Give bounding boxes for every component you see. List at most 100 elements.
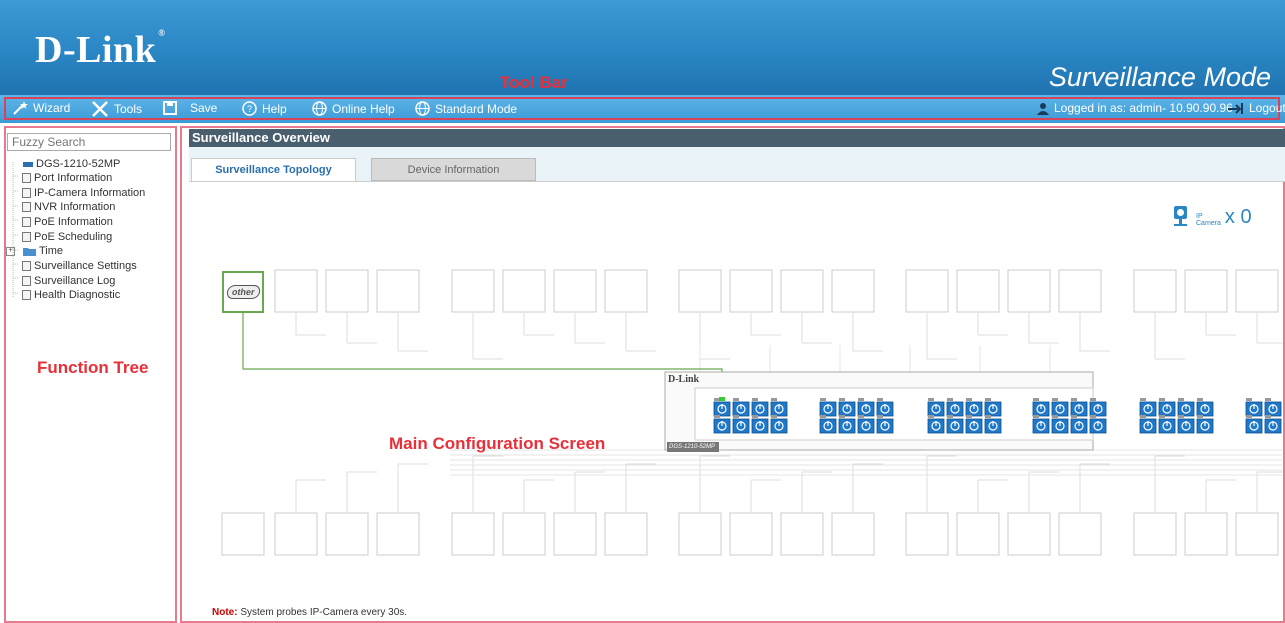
device-slot <box>1007 269 1051 313</box>
help-button[interactable]: ? Help <box>242 101 287 116</box>
port-led <box>820 398 826 401</box>
tree-item-health-diagnostic[interactable]: Health Diagnostic <box>22 289 120 301</box>
port-led <box>1178 398 1184 401</box>
device-slot <box>325 512 369 556</box>
surveillance-topology <box>221 269 1283 556</box>
tree-item-time[interactable]: + Time <box>6 245 63 257</box>
tree-item-label: DGS-1210-52MP <box>36 158 121 170</box>
port-led <box>966 398 972 401</box>
document-icon <box>22 276 31 286</box>
port-led <box>1178 415 1184 418</box>
tools-label: Tools <box>114 102 143 116</box>
port-led <box>1140 398 1146 401</box>
device-slot <box>678 269 722 313</box>
port-led <box>733 398 739 401</box>
port-led <box>771 415 777 418</box>
tab-surveillance-topology[interactable]: Surveillance Topology <box>191 158 356 181</box>
globe-icon <box>312 101 327 116</box>
dlink-logo: D-Link ® <box>35 28 166 71</box>
device-slot <box>780 269 824 313</box>
tree-item-poe-scheduling[interactable]: PoE Scheduling <box>22 231 112 243</box>
device-slot <box>1007 512 1051 556</box>
help-label: Help <box>262 101 287 116</box>
function-tree-annotation: Function Tree <box>37 358 149 377</box>
switch-brand-label: D-Link <box>668 374 700 385</box>
device-slot <box>1133 512 1177 556</box>
port-led <box>985 398 991 401</box>
port-led <box>733 415 739 418</box>
document-icon <box>22 173 31 183</box>
tree-item-ip-camera-information[interactable]: IP-Camera Information <box>22 187 145 199</box>
port-led <box>1090 398 1096 401</box>
port-led <box>1159 398 1165 401</box>
header-banner: D-Link ® Surveillance Mode <box>0 0 1285 95</box>
device-slot <box>502 512 546 556</box>
mode-title: Surveillance Mode <box>1048 62 1271 92</box>
switch-icon <box>23 161 33 167</box>
device-slot <box>1058 269 1102 313</box>
main-screen-annotation: Main Configuration Screen <box>389 434 606 453</box>
device-slot <box>831 269 875 313</box>
port-led <box>1197 398 1203 401</box>
device-slot <box>729 269 773 313</box>
overview-title-bar: Surveillance Overview <box>189 129 1285 147</box>
port-led <box>858 398 864 401</box>
tab-device-information[interactable]: Device Information <box>371 158 536 181</box>
tools-icon <box>92 101 108 117</box>
note-label: Note: <box>212 607 238 618</box>
device-slot <box>274 512 318 556</box>
port-led <box>1033 398 1039 401</box>
online-help-button[interactable]: Online Help <box>312 101 395 116</box>
link-line <box>242 313 723 398</box>
tree-item-surveillance-log[interactable]: Surveillance Log <box>22 275 115 287</box>
port-led <box>1071 398 1077 401</box>
fuzzy-search-input[interactable] <box>7 133 171 151</box>
tree-item-nvr-information[interactable]: NVR Information <box>22 201 115 213</box>
port-led <box>947 398 953 401</box>
expand-icon[interactable]: + <box>6 246 15 256</box>
device-slot <box>1235 512 1279 556</box>
tree-item-label: NVR Information <box>34 201 116 213</box>
port-led <box>1090 415 1096 418</box>
floppy-icon <box>163 101 177 115</box>
tree-item-label: Port Information <box>34 172 113 184</box>
port-led <box>1052 398 1058 401</box>
document-icon <box>22 232 31 242</box>
wizard-label: Wizard <box>33 101 71 115</box>
tools-button[interactable]: Tools <box>91 101 142 117</box>
other-device-label: other <box>225 285 261 299</box>
standard-mode-button[interactable]: Standard Mode <box>415 101 517 116</box>
document-icon <box>22 202 31 212</box>
logout-button[interactable]: Logout <box>1228 101 1285 115</box>
port-led <box>839 398 845 401</box>
device-slot <box>451 512 495 556</box>
save-button[interactable]: Save <box>163 101 217 115</box>
device-slot <box>1235 269 1279 313</box>
device-slot <box>1133 269 1177 313</box>
tree-item-poe-information[interactable]: PoE Information <box>22 216 113 228</box>
device-slot <box>274 269 318 313</box>
tree-item-surveillance-settings[interactable]: Surveillance Settings <box>22 260 137 272</box>
port-led <box>947 415 953 418</box>
online-help-label: Online Help <box>332 101 395 116</box>
port-led <box>771 398 777 401</box>
port-led <box>928 415 934 418</box>
port-led <box>1197 415 1203 418</box>
wizard-button[interactable]: Wizard <box>12 101 70 115</box>
tree-item-switch[interactable]: DGS-1210-52MP <box>23 158 120 170</box>
active-port-led <box>719 397 725 401</box>
port-led <box>1140 415 1146 418</box>
device-slot <box>1184 512 1228 556</box>
document-icon <box>22 290 31 300</box>
other-device-node[interactable]: other <box>222 271 264 313</box>
port-led <box>1159 415 1165 418</box>
device-slot <box>451 269 495 313</box>
device-slot <box>780 512 824 556</box>
tree-item-port-information[interactable]: Port Information <box>22 172 112 184</box>
device-slot <box>1184 269 1228 313</box>
device-slot <box>325 269 369 313</box>
tree-item-label: Surveillance Settings <box>34 260 137 272</box>
tree-item-label: Surveillance Log <box>34 275 116 287</box>
device-slot <box>553 512 597 556</box>
device-slot <box>376 269 420 313</box>
